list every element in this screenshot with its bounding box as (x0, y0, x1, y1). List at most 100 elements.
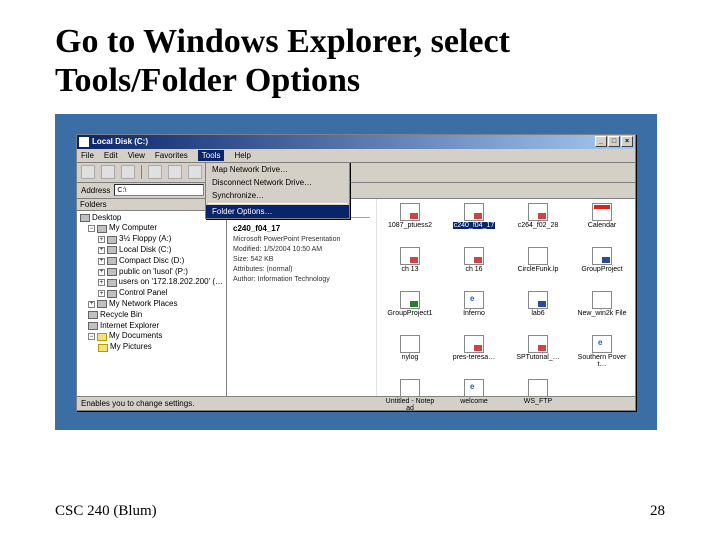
expand-icon[interactable]: + (98, 258, 105, 265)
folder-icon (97, 333, 107, 341)
close-button[interactable]: × (621, 136, 633, 147)
file-item[interactable]: Untitled - Notepad (379, 379, 441, 421)
folder-icon (98, 344, 108, 352)
search-button[interactable] (148, 165, 162, 179)
up-button[interactable] (121, 165, 135, 179)
tree-users[interactable]: users on '172.18.202.200' (… (119, 277, 223, 288)
file-item[interactable]: nylog (379, 335, 441, 377)
expand-icon[interactable]: + (98, 236, 105, 243)
menu-item-synchronize[interactable]: Synchronize… (206, 189, 349, 202)
tree-mycomputer[interactable]: My Computer (109, 223, 157, 234)
file-item[interactable]: GroupProject1 (379, 291, 441, 333)
menu-item-map-drive[interactable]: Map Network Drive… (206, 163, 349, 176)
file-item[interactable]: Inferno (443, 291, 505, 333)
expand-icon[interactable]: + (98, 279, 105, 286)
back-button[interactable] (81, 165, 95, 179)
menu-separator (208, 203, 347, 204)
forward-button[interactable] (101, 165, 115, 179)
txt-file-icon (528, 379, 548, 397)
info-size: Size: 542 KB (233, 256, 370, 263)
file-label: c264_f02_28 (518, 222, 558, 229)
tree-controlpanel[interactable]: Control Panel (119, 288, 167, 299)
menu-file[interactable]: File (81, 151, 94, 160)
screenshot-frame: Local Disk (C:) _ □ × File Edit View Fav… (55, 114, 657, 430)
file-item[interactable]: c240_f04_17 (443, 203, 505, 245)
netdrive-icon (107, 268, 117, 276)
file-item[interactable]: Calendar (571, 203, 633, 245)
explorer-window: Local Disk (C:) _ □ × File Edit View Fav… (76, 134, 636, 411)
file-item[interactable]: GroupProject (571, 247, 633, 289)
file-label: ch 13 (401, 266, 418, 273)
expand-icon[interactable]: − (88, 333, 95, 340)
menu-view[interactable]: View (128, 151, 145, 160)
tree-mydocs[interactable]: My Documents (109, 331, 162, 342)
slide-title: Go to Windows Explorer, select Tools/Fol… (55, 22, 665, 100)
window-icon (79, 137, 89, 147)
menu-edit[interactable]: Edit (104, 151, 118, 160)
expand-icon[interactable]: + (98, 247, 105, 254)
file-item[interactable]: c264_f02_28 (507, 203, 569, 245)
tree-public[interactable]: public on 'lusol' (P:) (119, 267, 188, 278)
menu-item-folder-options[interactable]: Folder Options… (206, 205, 349, 218)
minimize-button[interactable]: _ (595, 136, 607, 147)
file-item[interactable]: welcome (443, 379, 505, 421)
desktop-icon (80, 214, 90, 222)
window-title: Local Disk (C:) (92, 137, 148, 146)
tree-cd[interactable]: Compact Disc (D:) (119, 256, 184, 267)
file-label: WS_FTP (524, 398, 552, 405)
file-item[interactable]: 1087_ptuess2 (379, 203, 441, 245)
expand-icon[interactable]: + (98, 290, 105, 297)
file-label: New_win2k File (577, 310, 626, 317)
file-label: c240_f04_17 (453, 222, 495, 229)
tree-recycle[interactable]: Recycle Bin (100, 310, 142, 321)
ppt-file-icon (464, 335, 484, 353)
file-item[interactable]: pres-teresa… (443, 335, 505, 377)
file-grid[interactable]: 1087_ptuess2 c240_f04_17 c264_f02_28 Calend… (377, 199, 635, 396)
file-item[interactable]: ch 16 (443, 247, 505, 289)
folders-button[interactable] (168, 165, 182, 179)
menu-tools[interactable]: Tools (198, 150, 225, 161)
file-item[interactable]: ch 13 (379, 247, 441, 289)
tree-local-c[interactable]: Local Disk (C:) (119, 245, 171, 256)
history-button[interactable] (188, 165, 202, 179)
file-item[interactable]: New_win2k File (571, 291, 633, 333)
file-item[interactable]: lab6 (507, 291, 569, 333)
menu-item-disconnect-drive[interactable]: Disconnect Network Drive… (206, 176, 349, 189)
cal-file-icon (592, 203, 612, 221)
address-field[interactable]: C:\ (114, 184, 204, 196)
menu-favorites[interactable]: Favorites (155, 151, 188, 160)
file-label: CircleFunk.lp (518, 266, 559, 273)
computer-icon (97, 225, 107, 233)
file-label: Untitled - Notepad (384, 398, 436, 413)
file-item[interactable]: SPTutorial_… (507, 335, 569, 377)
netdrive-icon (107, 279, 117, 287)
file-label: GroupProject (581, 266, 622, 273)
expand-icon[interactable]: − (88, 225, 95, 232)
folders-header: Folders (77, 199, 226, 211)
floppy-icon (107, 236, 117, 244)
tree-desktop[interactable]: Desktop (92, 213, 121, 224)
maximize-button[interactable]: □ (608, 136, 620, 147)
file-label: lab6 (531, 310, 544, 317)
txt-file-icon (400, 335, 420, 353)
file-label: Southern Povert… (576, 354, 628, 369)
info-author: Author: Information Technology (233, 276, 370, 283)
tree-floppy[interactable]: 3½ Floppy (A:) (119, 234, 171, 245)
menu-help[interactable]: Help (234, 151, 250, 160)
info-panel: Local Disk (C:) c240_f04_17 Microsoft Po… (227, 199, 377, 396)
file-label: pres-teresa… (453, 354, 495, 361)
file-item[interactable]: Southern Povert… (571, 335, 633, 377)
file-label: ch 16 (465, 266, 482, 273)
controlpanel-icon (107, 290, 117, 298)
file-item[interactable]: WS_FTP (507, 379, 569, 421)
file-item[interactable]: CircleFunk.lp (507, 247, 569, 289)
content-pane: Local Disk (C:) c240_f04_17 Microsoft Po… (227, 199, 635, 396)
tree-ie[interactable]: Internet Explorer (100, 321, 159, 332)
expand-icon[interactable]: + (98, 269, 105, 276)
tree-networkplaces[interactable]: My Network Places (109, 299, 177, 310)
titlebar: Local Disk (C:) _ □ × (77, 135, 635, 149)
tree-mypics[interactable]: My Pictures (110, 342, 152, 353)
footer-page: 28 (650, 503, 665, 520)
folder-tree[interactable]: Desktop − My Computer +3½ Floppy (A:) + Lo… (77, 211, 226, 396)
expand-icon[interactable]: + (88, 301, 95, 308)
